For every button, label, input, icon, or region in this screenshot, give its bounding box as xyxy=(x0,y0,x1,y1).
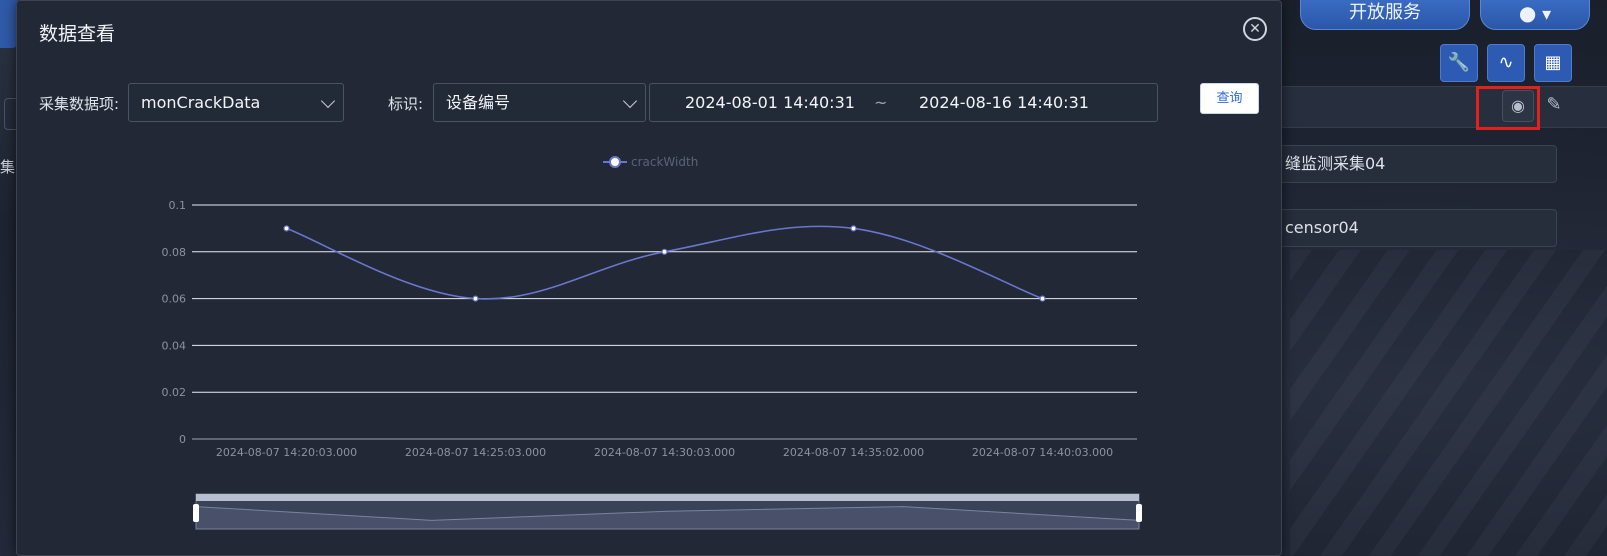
datazoom-bar[interactable] xyxy=(196,494,1139,501)
data-point[interactable] xyxy=(850,225,857,232)
highlight-box xyxy=(1476,86,1540,130)
y-tick-label: 0.08 xyxy=(162,246,187,259)
topology-button[interactable]: ▦ xyxy=(1534,44,1572,82)
y-tick-label: 0.04 xyxy=(162,339,187,352)
chart-tool-button[interactable]: ∿ xyxy=(1487,44,1525,82)
y-tick-label: 0 xyxy=(179,433,186,446)
x-tick-label: 2024-08-07 14:20:03.000 xyxy=(216,446,357,459)
right-field-sensor[interactable]: censor04 xyxy=(1270,209,1557,247)
x-tick-label: 2024-08-07 14:25:03.000 xyxy=(405,446,546,459)
data-view-modal: 数据查看 ✕ 采集数据项: monCrackData 标识: 设备编号 2024… xyxy=(16,0,1282,556)
open-service-button[interactable]: 开放服务 xyxy=(1300,0,1470,30)
x-tick-label: 2024-08-07 14:40:03.000 xyxy=(972,446,1113,459)
y-tick-label: 0.1 xyxy=(169,199,187,212)
edit-button[interactable]: ✎ xyxy=(1538,90,1570,122)
wrench-button[interactable]: 🔧 xyxy=(1440,44,1478,82)
chevron-down-icon: ▾ xyxy=(1542,4,1552,25)
y-tick-label: 0.02 xyxy=(162,386,187,399)
user-icon: ● xyxy=(1518,1,1537,25)
legend-label[interactable]: crackWidth xyxy=(631,155,698,169)
data-point[interactable] xyxy=(1039,295,1046,302)
y-tick-label: 0.06 xyxy=(162,293,187,306)
edit-icon: ✎ xyxy=(1546,94,1562,115)
datazoom-handle-left[interactable] xyxy=(193,504,199,522)
left-label: 集 xyxy=(0,158,16,176)
data-point[interactable] xyxy=(283,225,290,232)
line-chart: 0 0.02 0.04 0.06 0.08 0.1 2024-08-07 14:20:03.… xyxy=(162,155,1142,530)
wrench-icon: 🔧 xyxy=(1447,52,1471,73)
x-tick-label: 2024-08-07 14:35:02.000 xyxy=(783,446,924,459)
data-point[interactable] xyxy=(661,248,668,255)
datazoom-handle-right[interactable] xyxy=(1136,504,1142,522)
user-menu-button[interactable]: ● ▾ xyxy=(1480,0,1590,30)
right-field-name[interactable]: 缝监测采集04 xyxy=(1270,145,1557,183)
topology-icon: ▦ xyxy=(1544,52,1562,73)
data-point[interactable] xyxy=(472,295,479,302)
background-decoration xyxy=(1290,250,1607,556)
chart-icon: ∿ xyxy=(1498,52,1514,73)
legend-marker[interactable] xyxy=(609,156,621,168)
series-line-crackWidth xyxy=(286,225,1043,300)
x-tick-label: 2024-08-07 14:30:03.000 xyxy=(594,446,735,459)
